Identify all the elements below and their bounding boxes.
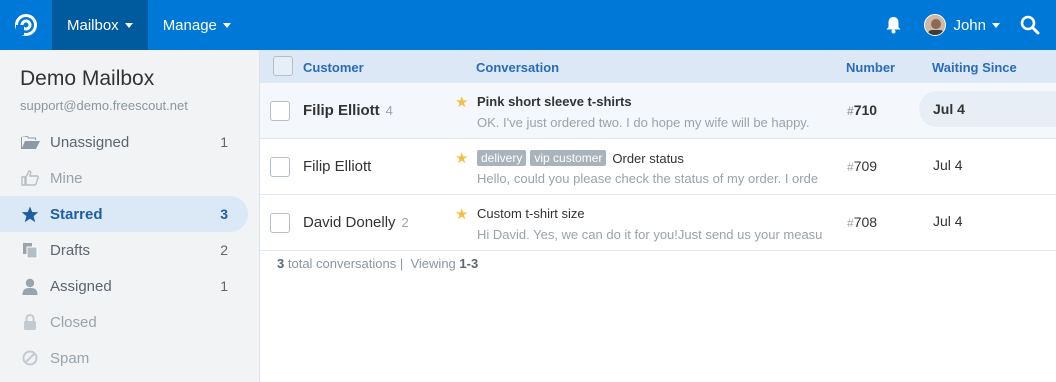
row-checkbox[interactable] <box>270 157 290 177</box>
hash-symbol: # <box>847 104 854 118</box>
folder-closed[interactable]: Closed <box>0 304 248 340</box>
lock-icon <box>20 312 40 332</box>
customer-name-text: Filip Elliott <box>303 102 380 119</box>
star-icon[interactable]: ★ <box>455 93 468 111</box>
table-row[interactable]: Filip Elliott ★ delivery vip customer Or… <box>260 139 1056 195</box>
drafts-icon <box>20 240 40 260</box>
folder-starred[interactable]: Starred 3 <box>0 196 248 232</box>
column-header-conversation[interactable]: Conversation <box>476 60 559 75</box>
waiting-since[interactable]: Jul 4 <box>919 147 1056 183</box>
customer-name[interactable]: David Donelly 2 <box>303 214 409 231</box>
number-text: 709 <box>853 158 878 174</box>
folder-label: Mine <box>50 169 83 187</box>
user-icon <box>20 276 40 296</box>
column-header-customer[interactable]: Customer <box>303 60 364 75</box>
row-checkbox[interactable] <box>270 101 290 121</box>
conversation-subject[interactable]: delivery vip customer Order status <box>477 150 684 166</box>
avatar <box>924 14 947 36</box>
table-row[interactable]: David Donelly 2 ★ Custom t-shirt size Hi … <box>260 195 1056 251</box>
folder-label: Spam <box>50 349 90 367</box>
conversation-subject[interactable]: Custom t-shirt size <box>477 206 585 221</box>
row-checkbox[interactable] <box>270 213 290 233</box>
folder-list: Unassigned 1 Mine Starred 3 Drafts 2 Ass… <box>0 124 248 376</box>
folder-count: 2 <box>220 242 228 258</box>
mailbox-email: support@demo.freescout.net <box>20 98 188 113</box>
hash-symbol: # <box>847 160 854 174</box>
waiting-since[interactable]: Jul 4 <box>919 91 1056 127</box>
folder-label: Unassigned <box>50 133 130 151</box>
star-icon[interactable]: ★ <box>455 149 468 167</box>
folder-assigned[interactable]: Assigned 1 <box>0 268 248 304</box>
mailbox-title: Demo Mailbox <box>20 67 155 90</box>
table-row[interactable]: Filip Elliott 4 ★ Pink short sleeve t-shi… <box>260 83 1056 139</box>
number-text: 710 <box>853 102 878 118</box>
folder-unassigned[interactable]: Unassigned 1 <box>0 124 248 160</box>
waiting-since[interactable]: Jul 4 <box>919 203 1056 239</box>
star-icon <box>20 204 40 224</box>
search-icon <box>1020 15 1040 35</box>
thumbs-up-icon <box>20 168 40 188</box>
hash-symbol: # <box>847 216 854 230</box>
conversation-preview[interactable]: Hi David. Yes, we can do it for you!Just… <box>477 227 830 242</box>
total-label: total conversations | <box>287 256 404 271</box>
logo-icon <box>15 14 37 36</box>
customer-name-text: Filip Elliott <box>303 158 372 175</box>
subject-text: Custom t-shirt size <box>477 206 585 221</box>
search-button[interactable] <box>1018 0 1042 50</box>
folder-label: Assigned <box>50 277 112 295</box>
chevron-down-icon <box>124 22 133 28</box>
conversation-preview[interactable]: Hello, could you please check the status… <box>477 171 830 186</box>
top-navbar: Mailbox Manage John <box>0 0 1056 50</box>
viewing-label: Viewing <box>410 256 456 271</box>
tag-badge[interactable]: vip customer <box>530 150 607 166</box>
nav-mailbox-dropdown[interactable]: Mailbox <box>52 0 148 50</box>
nav-mailbox-label: Mailbox <box>67 16 119 34</box>
table-header: Customer Conversation Number Waiting Sin… <box>260 50 1056 83</box>
folder-label: Starred <box>50 205 103 223</box>
conversation-number[interactable]: #709 <box>847 158 877 174</box>
notifications-button[interactable] <box>878 0 908 50</box>
tag-badge[interactable]: delivery <box>477 150 527 166</box>
customer-conversation-count: 2 <box>401 215 409 230</box>
conversation-number[interactable]: #708 <box>847 214 877 230</box>
subject-text: Order status <box>612 150 684 166</box>
bell-icon <box>886 17 901 34</box>
user-menu-dropdown[interactable]: John <box>924 14 1000 36</box>
conversation-number[interactable]: #710 <box>847 102 877 118</box>
subject-text: Pink short sleeve t-shirts <box>477 94 632 109</box>
customer-name[interactable]: Filip Elliott 4 <box>303 102 393 119</box>
freescout-logo[interactable] <box>0 0 52 50</box>
folder-count: 1 <box>220 134 228 150</box>
chevron-down-icon <box>992 22 1000 28</box>
column-header-number[interactable]: Number <box>846 60 895 75</box>
folder-label: Closed <box>50 313 97 331</box>
folder-count: 1 <box>220 278 228 294</box>
folder-spam[interactable]: Spam <box>0 340 248 376</box>
customer-conversation-count: 4 <box>385 103 393 118</box>
folder-mine[interactable]: Mine <box>0 160 248 196</box>
chevron-down-icon <box>222 22 231 28</box>
conversation-subject[interactable]: Pink short sleeve t-shirts <box>477 94 632 109</box>
mailbox-sidebar: Demo Mailbox support@demo.freescout.net … <box>0 50 259 382</box>
folder-open-icon <box>20 132 40 152</box>
column-header-waiting-since[interactable]: Waiting Since <box>932 60 1017 75</box>
folder-count: 3 <box>220 206 228 222</box>
list-summary: 3 total conversations | Viewing 1-3 <box>277 256 478 271</box>
viewing-range: 1-3 <box>459 256 479 271</box>
customer-name-text: David Donelly <box>303 214 396 231</box>
conversation-preview[interactable]: OK. I've just ordered two. I do hope my … <box>477 115 830 130</box>
user-name: John <box>953 16 986 34</box>
nav-manage-label: Manage <box>162 16 217 34</box>
customer-name[interactable]: Filip Elliott <box>303 158 377 175</box>
ban-icon <box>20 348 40 368</box>
nav-manage-dropdown[interactable]: Manage <box>148 0 246 50</box>
star-icon[interactable]: ★ <box>455 205 468 223</box>
select-all-checkbox[interactable] <box>273 56 293 76</box>
folder-label: Drafts <box>50 241 91 259</box>
folder-drafts[interactable]: Drafts 2 <box>0 232 248 268</box>
total-count: 3 <box>277 256 285 271</box>
number-text: 708 <box>853 214 878 230</box>
conversation-list: Customer Conversation Number Waiting Sin… <box>259 50 1056 382</box>
